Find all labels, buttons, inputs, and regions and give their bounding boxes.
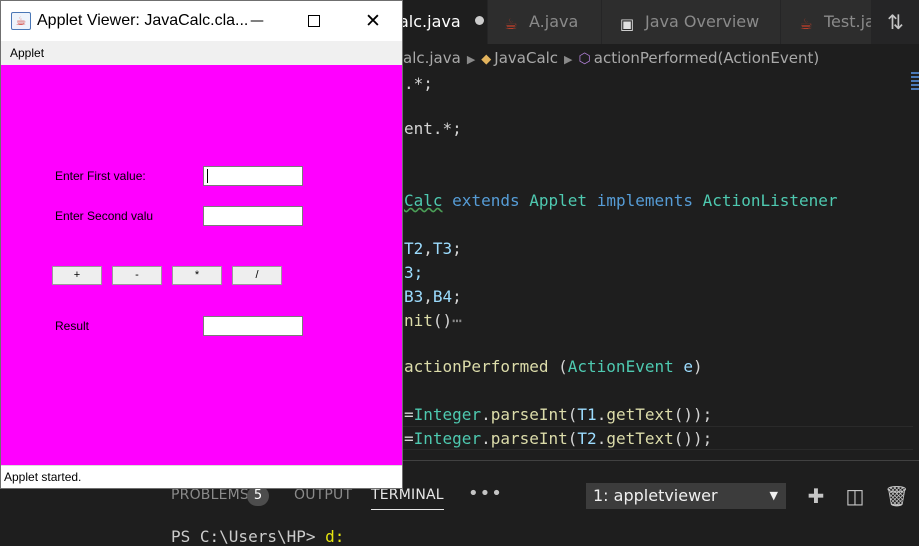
terminal-command: d: xyxy=(325,527,345,546)
tab-test-java[interactable]: ☕ Test.java xyxy=(781,0,872,44)
tab-problems[interactable]: PROBLEMS xyxy=(171,487,249,503)
tab-output[interactable]: OUTPUT xyxy=(294,487,352,503)
maximize-button[interactable] xyxy=(285,1,343,41)
first-value-field[interactable] xyxy=(203,166,303,186)
java-file-icon: ☕ xyxy=(504,15,518,33)
code-editor[interactable]: .*; ent.*; Calc extends Applet implement… xyxy=(403,72,913,460)
menu-applet[interactable]: Applet xyxy=(10,41,44,65)
applet-viewer-window: ☕ Applet Viewer: JavaCalc.cla... — ✕ App… xyxy=(0,0,403,489)
method-cube-icon: ⬡ xyxy=(578,51,591,67)
terminal-prompt: PS C:\Users\HP> xyxy=(171,527,326,546)
java-overview-icon: ▣ xyxy=(619,15,635,33)
more-actions-icon[interactable]: ••• xyxy=(468,483,503,504)
status-text: Applet started. xyxy=(4,470,82,484)
class-icon: ◆ xyxy=(481,52,492,67)
status-bar: Applet started. xyxy=(1,465,402,488)
new-terminal-icon[interactable]: ✚ xyxy=(805,485,827,507)
code-line: T2,T3; xyxy=(404,239,462,258)
multiply-button[interactable]: * xyxy=(172,266,222,285)
result-label: Result xyxy=(55,319,90,333)
terminal-output[interactable]: PS C:\Users\HP> d: xyxy=(171,527,344,546)
divide-button[interactable]: / xyxy=(232,266,282,285)
tab-javacalc[interactable]: alc.java xyxy=(395,0,488,44)
breadcrumb-file[interactable]: alc.java xyxy=(403,49,461,67)
minimap[interactable] xyxy=(911,70,919,100)
result-field[interactable] xyxy=(203,316,303,336)
tab-test-java-label: Test.java xyxy=(824,12,871,31)
unsaved-dot-icon xyxy=(474,16,484,25)
java-coffee-icon: ☕ xyxy=(11,12,31,30)
code-line: nit()⋯ xyxy=(404,311,462,330)
applet-canvas: Enter First value: Enter Second valu + -… xyxy=(1,65,402,465)
second-value-label: Enter Second valu xyxy=(55,209,154,223)
terminal-select[interactable]: 1: appletviewer ▼ xyxy=(586,483,786,509)
breadcrumb: alc.java ▶ ◆ JavaCalc ▶ ⬡ actionPerformed(Acti… xyxy=(403,44,919,72)
folded-region-ellipsis: ⋯ xyxy=(452,311,462,330)
compare-changes-icon[interactable]: ⇅ xyxy=(872,0,919,44)
subtract-button[interactable]: - xyxy=(112,266,162,285)
code-line: actionPerformed (ActionEvent e) xyxy=(404,357,703,376)
tab-terminal[interactable]: TERMINAL xyxy=(371,487,444,510)
maximize-icon xyxy=(308,15,320,27)
terminal-select-value: 1: appletviewer xyxy=(593,486,718,505)
tab-java-overview[interactable]: ▣ Java Overview xyxy=(602,0,781,44)
kill-terminal-trash-icon[interactable]: 🗑 xyxy=(884,485,909,507)
tab-a-java[interactable]: ☕ A.java xyxy=(488,0,602,44)
tab-java-overview-label: Java Overview xyxy=(645,12,760,31)
menu-bar: Applet xyxy=(1,41,402,65)
problems-count-badge: 5 xyxy=(247,486,269,506)
chevron-down-icon: ▼ xyxy=(769,489,778,502)
tab-javacalc-label: alc.java xyxy=(399,12,461,31)
close-button[interactable]: ✕ xyxy=(344,1,402,41)
code-line: ent.*; xyxy=(404,119,462,138)
title-bar[interactable]: ☕ Applet Viewer: JavaCalc.cla... — ✕ xyxy=(1,1,402,41)
tab-a-java-label: A.java xyxy=(529,12,579,31)
add-button[interactable]: + xyxy=(52,266,102,285)
breadcrumb-method[interactable]: actionPerformed(ActionEvent) xyxy=(594,49,819,67)
code-line: .*; xyxy=(404,74,433,93)
second-value-field[interactable] xyxy=(203,206,303,226)
window-title: Applet Viewer: JavaCalc.cla... xyxy=(37,12,249,29)
code-line: =Integer.parseInt(T2.getText()); xyxy=(404,429,713,448)
code-line: B3,B4; xyxy=(404,287,462,306)
java-file-icon: ☕ xyxy=(799,15,813,33)
breadcrumb-class[interactable]: JavaCalc xyxy=(494,49,558,67)
code-line: Calc extends Applet implements ActionLis… xyxy=(404,191,838,210)
chevron-right-icon: ▶ xyxy=(466,53,476,66)
code-line: 3; xyxy=(404,263,424,282)
split-terminal-icon[interactable]: ◫ xyxy=(844,485,866,507)
code-line: =Integer.parseInt(T1.getText()); xyxy=(404,405,713,424)
first-value-label: Enter First value: xyxy=(55,169,146,183)
minimize-button[interactable]: — xyxy=(228,1,286,41)
chevron-right-icon: ▶ xyxy=(564,53,573,66)
